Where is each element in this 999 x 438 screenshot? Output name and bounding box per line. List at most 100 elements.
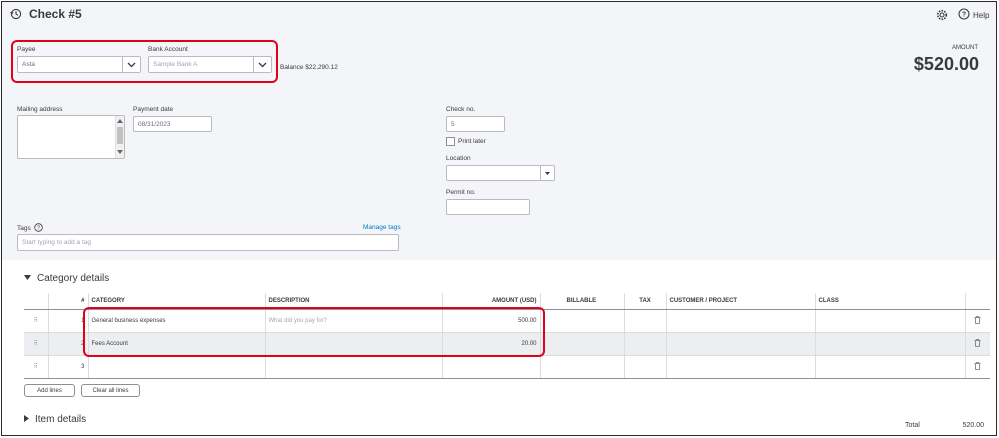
check-no-input[interactable]: 5 (446, 116, 505, 132)
gear-icon[interactable] (936, 9, 948, 23)
help-button[interactable]: ? Help (958, 8, 989, 22)
description-cell[interactable] (264, 355, 442, 379)
category-cell[interactable]: General business expenses (87, 309, 265, 333)
category-table: # CATEGORY DESCRIPTION AMOUNT (USD) BILL… (24, 293, 990, 379)
payee-select[interactable]: Asta (17, 56, 141, 73)
check-no-label: Check no. (446, 106, 476, 113)
class-cell[interactable] (814, 332, 965, 356)
bank-account-label: Bank Account (148, 46, 188, 53)
amount-cell[interactable]: 500.00 (441, 309, 540, 333)
column-header: CATEGORY (87, 293, 265, 310)
description-cell[interactable] (264, 332, 442, 356)
customer-cell[interactable] (665, 309, 815, 333)
tax-cell[interactable] (623, 332, 666, 356)
manage-tags-link[interactable]: Manage tags (363, 224, 401, 231)
svg-text:?: ? (37, 225, 40, 231)
collapse-caret-icon (24, 275, 31, 282)
page-title: Check #5 (29, 7, 82, 21)
location-select[interactable] (446, 165, 555, 181)
row-number: 1 (47, 309, 88, 333)
drag-handle-icon[interactable]: ⠿ (24, 309, 48, 333)
trash-icon[interactable] (964, 309, 990, 333)
payee-label: Payee (17, 46, 36, 53)
print-later-checkbox[interactable]: Print later (446, 137, 486, 146)
tax-cell[interactable] (623, 309, 666, 333)
row-number: 2 (47, 332, 88, 356)
payment-date-value: 08/31/2023 (138, 120, 171, 128)
checkbox-box[interactable] (446, 137, 455, 146)
row-number: 3 (47, 355, 88, 379)
customer-cell[interactable] (665, 355, 815, 379)
column-header: CUSTOMER / PROJECT (665, 293, 815, 310)
caret-down-icon[interactable] (540, 166, 554, 180)
chevron-down-icon[interactable] (253, 57, 271, 72)
column-header: AMOUNT (USD) (441, 293, 540, 310)
category-cell[interactable] (87, 355, 265, 379)
drag-column-header (24, 293, 48, 310)
help-icon[interactable]: ? (34, 223, 43, 234)
billable-cell[interactable] (539, 309, 624, 333)
item-details-toggle[interactable]: Item details (24, 414, 86, 425)
check-no-value: 5 (451, 120, 455, 128)
payment-date-input[interactable]: 08/31/2023 (133, 116, 212, 132)
column-header: # (47, 293, 88, 310)
column-header: DESCRIPTION (264, 293, 442, 310)
billable-cell[interactable] (539, 355, 624, 379)
scroll-up-icon[interactable] (117, 118, 123, 125)
category-details-title: Category details (37, 273, 110, 284)
category-details-toggle[interactable]: Category details (24, 273, 109, 284)
drag-handle-icon[interactable]: ⠿ (24, 355, 48, 379)
scroll-thumb[interactable] (117, 127, 123, 144)
column-header: BILLABLE (539, 293, 624, 310)
description-cell[interactable]: What did you pay for? (264, 309, 442, 333)
payment-date-label: Payment date (133, 106, 174, 113)
scroll-down-icon[interactable] (117, 149, 123, 156)
mailing-address-textarea[interactable] (17, 115, 125, 159)
item-details-title: Item details (35, 414, 87, 425)
chevron-down-icon[interactable] (122, 57, 140, 72)
clear-all-lines-button[interactable]: Clear all lines (81, 384, 140, 397)
bank-account-select[interactable]: Sample Bank A (148, 56, 272, 73)
permit-no-label: Permit no. (446, 189, 476, 196)
column-header: TAX (623, 293, 666, 310)
total-value: 520.00 (962, 422, 984, 429)
amount-label: AMOUNT (952, 45, 978, 51)
tax-cell[interactable] (623, 355, 666, 379)
expand-caret-icon (24, 415, 29, 424)
amount-value: $520.00 (913, 54, 979, 74)
table-row[interactable]: ⠿ 2 Fees Account 20.00 (24, 332, 990, 356)
class-cell[interactable] (814, 355, 965, 379)
permit-no-input[interactable] (446, 199, 530, 215)
table-row[interactable]: ⠿ 1 General business expenses What did y… (24, 309, 990, 333)
category-table-header: # CATEGORY DESCRIPTION AMOUNT (USD) BILL… (24, 293, 990, 310)
amount-cell[interactable] (441, 355, 540, 379)
trash-icon[interactable] (964, 355, 990, 379)
check-window: Check #5 ? Help Payee Asta Bank Account … (1, 1, 997, 436)
tags-placeholder: Start typing to add a tag (22, 239, 92, 246)
help-label: Help (973, 10, 990, 20)
column-header: CLASS (814, 293, 965, 310)
drag-handle-icon[interactable]: ⠿ (24, 332, 48, 356)
history-icon[interactable] (10, 8, 22, 22)
tags-label-row: Tags ? (17, 223, 43, 234)
trash-column-header (964, 293, 990, 310)
amount-cell[interactable]: 20.00 (441, 332, 540, 356)
class-cell[interactable] (814, 309, 965, 333)
trash-icon[interactable] (964, 332, 990, 356)
bank-account-value: Sample Bank A (153, 61, 198, 68)
total-label: Total (905, 422, 920, 429)
check-form-header: Check #5 ? Help Payee Asta Bank Account … (2, 2, 996, 260)
category-cell[interactable]: Fees Account (87, 332, 265, 356)
tags-label: Tags (17, 225, 31, 232)
add-lines-button[interactable]: Add lines (24, 384, 75, 397)
table-row[interactable]: ⠿ 3 (24, 355, 990, 379)
tags-input[interactable]: Start typing to add a tag (17, 234, 399, 251)
billable-cell[interactable] (539, 332, 624, 356)
location-label: Location (446, 155, 471, 162)
address-scrollbar[interactable] (115, 116, 124, 158)
mailing-address-label: Mailing address (17, 106, 63, 113)
balance-text: Balance $22,290.12 (280, 64, 338, 71)
customer-cell[interactable] (665, 332, 815, 356)
payee-value: Asta (22, 61, 36, 68)
help-icon: ? (958, 8, 970, 22)
